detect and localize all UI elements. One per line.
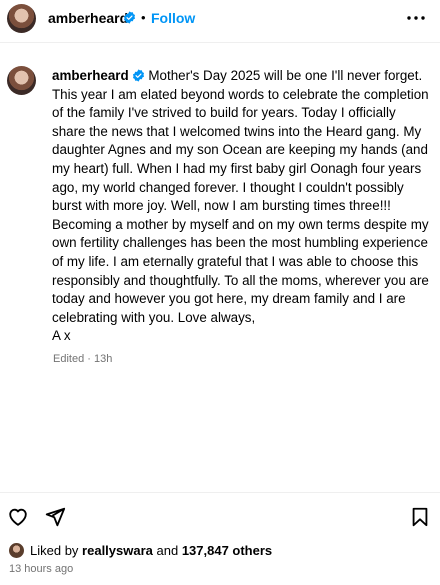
likes-count[interactable]: 137,847 others [182, 543, 272, 558]
likes-text: Liked by reallyswara and 137,847 others [30, 543, 272, 558]
heart-icon[interactable] [7, 506, 29, 528]
post-timestamp[interactable]: 13 hours ago [9, 563, 73, 575]
caption-avatar[interactable] [7, 66, 36, 95]
verified-badge-icon [132, 69, 144, 82]
header-divider [0, 42, 440, 43]
likes-prefix: Liked by [30, 543, 83, 558]
bookmark-icon[interactable] [409, 506, 431, 528]
caption-body: amberheard Mother's Day 2025 will be one… [52, 67, 432, 346]
author-avatar[interactable] [7, 4, 36, 33]
caption-meta: Edited · 13h [53, 353, 113, 365]
author-username[interactable]: amberheard [48, 10, 128, 26]
actions-divider [0, 492, 440, 493]
follow-button[interactable]: Follow [151, 10, 195, 26]
more-horizontal-icon[interactable] [406, 10, 426, 26]
liker-avatar[interactable] [8, 542, 25, 559]
separator-dot: • [141, 10, 146, 25]
send-icon[interactable] [44, 506, 66, 528]
liker-username[interactable]: reallyswara [82, 543, 153, 558]
caption-text: Mother's Day 2025 will be one I'll never… [52, 68, 429, 344]
likes-middle: and [152, 543, 182, 558]
caption-username[interactable]: amberheard [52, 68, 129, 83]
post-header: amberheard • Follow [0, 0, 440, 37]
verified-badge-icon [123, 11, 136, 24]
action-bar [0, 505, 440, 529]
